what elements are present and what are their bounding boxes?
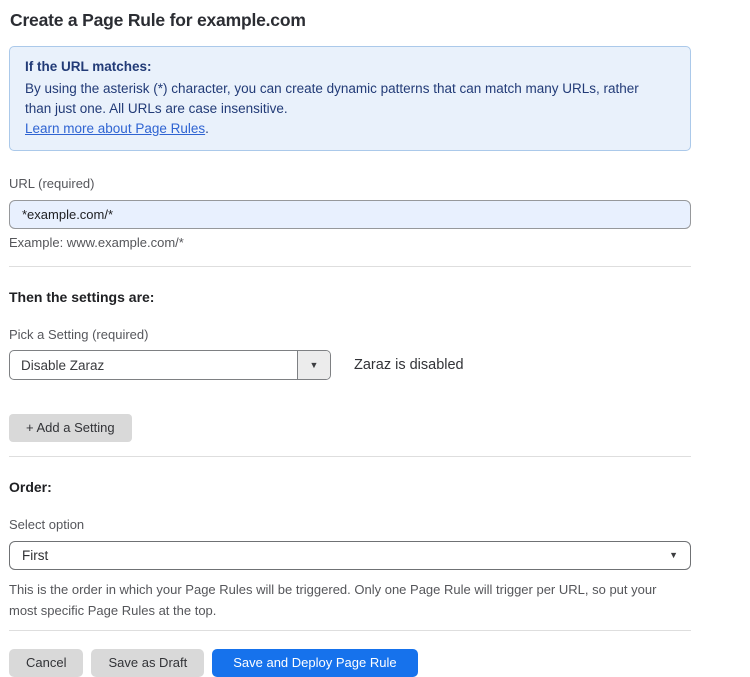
chevron-down-icon: ▼ <box>310 361 319 370</box>
chevron-down-icon: ▼ <box>669 551 678 560</box>
setting-dropdown-arrow-button[interactable]: ▼ <box>297 351 330 379</box>
order-select-label: Select option <box>9 517 691 532</box>
page-rule-form: Create a Page Rule for example.com If th… <box>9 0 691 677</box>
info-box-link-line: Learn more about Page Rules. <box>25 119 675 139</box>
divider <box>9 266 691 267</box>
info-box-heading: If the URL matches: <box>25 57 675 77</box>
order-select-value: First <box>22 548 48 563</box>
url-match-info-box: If the URL matches: By using the asteris… <box>9 46 691 151</box>
info-box-body: By using the asterisk (*) character, you… <box>25 79 645 119</box>
page-title: Create a Page Rule for example.com <box>10 10 691 31</box>
setting-dropdown-value: Disable Zaraz <box>10 351 297 379</box>
save-as-draft-button[interactable]: Save as Draft <box>91 649 204 677</box>
divider <box>9 630 691 631</box>
order-section-heading: Order: <box>9 479 691 495</box>
setting-dropdown[interactable]: Disable Zaraz ▼ <box>9 350 331 380</box>
divider <box>9 456 691 457</box>
zaraz-status-text: Zaraz is disabled <box>354 357 464 373</box>
link-suffix: . <box>205 121 209 136</box>
cancel-button[interactable]: Cancel <box>9 649 83 677</box>
learn-more-link[interactable]: Learn more about Page Rules <box>25 121 205 136</box>
order-select[interactable]: First ▼ <box>9 541 691 570</box>
order-helper-text: This is the order in which your Page Rul… <box>9 579 679 621</box>
add-setting-button[interactable]: + Add a Setting <box>9 414 132 442</box>
form-actions: Cancel Save as Draft Save and Deploy Pag… <box>9 649 691 677</box>
pick-setting-label: Pick a Setting (required) <box>9 327 691 342</box>
setting-row: Disable Zaraz ▼ Zaraz is disabled <box>9 350 691 380</box>
url-example-helper: Example: www.example.com/* <box>9 235 691 250</box>
settings-section-heading: Then the settings are: <box>9 289 691 305</box>
save-and-deploy-button[interactable]: Save and Deploy Page Rule <box>212 649 417 677</box>
url-input[interactable] <box>9 200 691 229</box>
url-field-label: URL (required) <box>9 176 691 191</box>
